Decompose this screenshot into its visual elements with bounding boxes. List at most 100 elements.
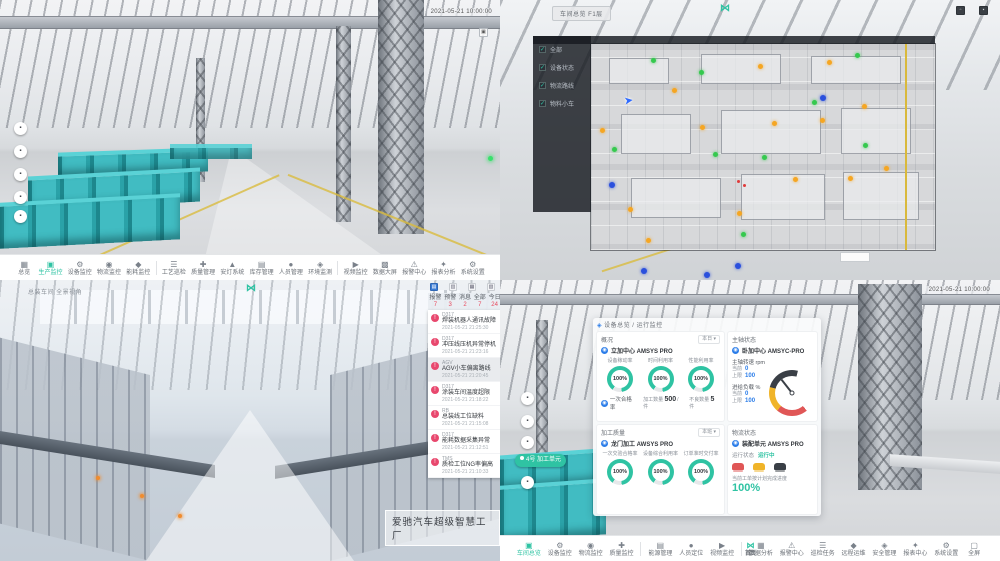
layer-toggle-全部[interactable]: ✓全部 — [539, 45, 591, 54]
toolbar-item-视频监控[interactable]: ▶视频监控 — [344, 260, 368, 276]
checkbox-icon[interactable]: ✓ — [539, 64, 546, 71]
status-dot-o[interactable] — [700, 125, 705, 130]
toolbar-item-报表分析[interactable]: ✦报表分析 — [431, 260, 455, 276]
hotspot-marker-2[interactable]: ▪ — [14, 145, 27, 158]
toolbar-item-报警中心[interactable]: ⚠报警中心 — [780, 541, 804, 557]
toolbar-item-设备监控[interactable]: ⚙设备监控 — [68, 260, 92, 276]
toolbar-item-车间总览[interactable]: ▣车间总览 — [517, 541, 541, 557]
alarm-list-item[interactable]: !D317涂装车间温度超限2021-05-21 21:18:22 — [428, 382, 500, 406]
alarm-tab-报警[interactable]: 报警7 — [428, 295, 443, 309]
status-dot-o[interactable] — [600, 128, 605, 133]
machine-tag-pill[interactable]: 4号 加工单元 — [515, 454, 566, 467]
toolbar-item-全屏[interactable]: ▢全屏 — [965, 541, 983, 557]
toolbar-item-首页[interactable]: ⋈首页 — [741, 541, 759, 557]
layer-toggle-设备状态[interactable]: ✓设备状态 — [539, 63, 591, 72]
status-dot-g[interactable] — [762, 155, 767, 160]
back-button[interactable]: 车间总览 F1层 — [552, 6, 611, 21]
hotspot-marker-3[interactable]: ▪ — [14, 168, 27, 181]
toolbar-item-报警中心[interactable]: ⚠报警中心 — [402, 260, 426, 276]
status-dot-o[interactable] — [820, 118, 825, 123]
alarm-tab-全部[interactable]: 全部7 — [472, 295, 487, 309]
status-dot-r[interactable] — [743, 184, 746, 187]
status-dot-g[interactable] — [812, 100, 817, 105]
status-dot-b[interactable] — [820, 95, 826, 101]
hotspot-marker-2[interactable]: ▪ — [521, 415, 534, 428]
status-dot-o[interactable] — [672, 88, 677, 93]
status-dot-b[interactable] — [735, 263, 741, 269]
layer-toggle-物料小车[interactable]: ✓物料小车 — [539, 99, 591, 108]
expand-view-button[interactable]: ▣ — [479, 28, 488, 37]
toolbar-item-设备监控[interactable]: ⚙设备监控 — [548, 541, 572, 557]
status-dot-g[interactable] — [651, 58, 656, 63]
toolbar-item-人员管理[interactable]: ●人员管理 — [279, 260, 303, 276]
alarm-list-item[interactable]: !D317能耗数据采集异常2021-05-21 21:12:51 — [428, 430, 500, 454]
status-dot-o[interactable] — [737, 211, 742, 216]
toolbar-item-安灯系统[interactable]: ▲安灯系统 — [220, 260, 244, 276]
status-dot-o[interactable] — [772, 121, 777, 126]
alarm-list-item[interactable]: !RB总装线工位缺料2021-05-21 21:15:08 — [428, 406, 500, 430]
checkbox-icon[interactable]: ✓ — [539, 100, 546, 107]
toolbar-item-系统设置[interactable]: ⚙系统设置 — [934, 541, 958, 557]
alarm-tab-今日[interactable]: 今日24 — [487, 295, 500, 309]
hotspot-marker-5[interactable]: ▪ — [14, 210, 27, 223]
layer-toggle-物流路线[interactable]: ✓物流路线 — [539, 81, 591, 90]
status-dot-o[interactable] — [862, 104, 867, 109]
range-select[interactable]: 本班 ▾ — [698, 428, 720, 437]
window-button-1[interactable]: ▫ — [956, 6, 965, 15]
position-arrow-icon[interactable]: ➤ — [623, 93, 634, 107]
toolbar-item-环境监测[interactable]: ◈环境监测 — [308, 260, 332, 276]
status-dot-g[interactable] — [741, 232, 746, 237]
toolbar-item-物流监控[interactable]: ◉物流监控 — [97, 260, 121, 276]
toolbar-item-安全管理[interactable]: ◈安全管理 — [872, 541, 896, 557]
toolbar-item-库存管理[interactable]: ▤库存管理 — [250, 260, 274, 276]
hotspot-marker-1[interactable]: ▪ — [521, 392, 534, 405]
hotspot-marker-4[interactable]: ▪ — [521, 476, 534, 489]
status-dot-g[interactable] — [713, 152, 718, 157]
toolbar-item-人员定位[interactable]: ●人员定位 — [679, 541, 703, 557]
toolbar-item-质量监控[interactable]: ✚质量监控 — [610, 541, 634, 557]
toolbar-item-系统设置[interactable]: ⚙系统设置 — [461, 260, 485, 276]
status-dot-b[interactable] — [704, 272, 710, 278]
status-dot-o[interactable] — [827, 60, 832, 65]
status-dot-o[interactable] — [628, 207, 633, 212]
status-dot-o[interactable] — [848, 176, 853, 181]
panel-view-button-2[interactable]: ▥ — [449, 283, 457, 291]
toolbar-item-能源管理[interactable]: ▤能源管理 — [648, 541, 672, 557]
status-dot-o[interactable] — [884, 166, 889, 171]
hotspot-marker-1[interactable]: ▪ — [14, 122, 27, 135]
alarm-list-item[interactable]: !D317冲压线压机异常停机2021-05-21 21:23:16 — [428, 334, 500, 358]
status-dot-o[interactable] — [793, 177, 798, 182]
toolbar-item-能耗监控[interactable]: ◆能耗监控 — [126, 260, 150, 276]
hotspot-marker-4[interactable]: ▪ — [14, 191, 27, 204]
toolbar-item-质量管理[interactable]: ✚质量管理 — [191, 260, 215, 276]
checkbox-icon[interactable]: ✓ — [539, 82, 546, 89]
checkbox-icon[interactable]: ✓ — [539, 46, 546, 53]
status-dot-b[interactable] — [609, 182, 615, 188]
status-dot-r[interactable] — [737, 180, 740, 183]
toolbar-item-总览[interactable]: ▦总览 — [15, 260, 33, 276]
status-dot-g[interactable] — [612, 147, 617, 152]
window-button-2[interactable]: ▪ — [979, 6, 988, 15]
status-dot-o[interactable] — [758, 64, 763, 69]
panel-view-button-1[interactable]: ▤ — [430, 283, 438, 291]
toolbar-item-生产监控[interactable]: ▣生产监控 — [39, 260, 63, 276]
status-dot-g[interactable] — [699, 70, 704, 75]
toolbar-item-远程运维[interactable]: ◆远程运维 — [842, 541, 866, 557]
status-dot-g[interactable] — [855, 53, 860, 58]
toolbar-item-工艺巡检[interactable]: ☰工艺巡检 — [162, 260, 186, 276]
panel-view-button-3[interactable]: ▦ — [468, 283, 476, 291]
toolbar-item-巡检任务[interactable]: ☰巡检任务 — [811, 541, 835, 557]
alarm-list-item[interactable]: !AGVAGV小车偏离路线2021-05-21 21:20:45 — [428, 358, 500, 382]
toolbar-item-物流监控[interactable]: ◉物流监控 — [579, 541, 603, 557]
alarm-list-item[interactable]: !TMS质检工位NG率偏高2021-05-21 21:10:33 — [428, 454, 500, 478]
status-dot-b[interactable] — [641, 268, 647, 274]
toolbar-item-数据大屏[interactable]: ▩数据大屏 — [373, 260, 397, 276]
alarm-list-item[interactable]: !D317焊装机器人通讯故障2021-05-21 21:25:30 — [428, 310, 500, 334]
status-dot-g[interactable] — [863, 143, 868, 148]
alarm-tab-预警[interactable]: 预警3 — [443, 295, 458, 309]
toolbar-item-报表中心[interactable]: ✦报表中心 — [903, 541, 927, 557]
toolbar-item-视频监控[interactable]: ▶视频监控 — [710, 541, 734, 557]
hotspot-marker-3[interactable]: ▪ — [521, 436, 534, 449]
alarm-tab-消息[interactable]: 消息2 — [458, 295, 473, 309]
panel-view-button-4[interactable]: ▧ — [487, 283, 495, 291]
